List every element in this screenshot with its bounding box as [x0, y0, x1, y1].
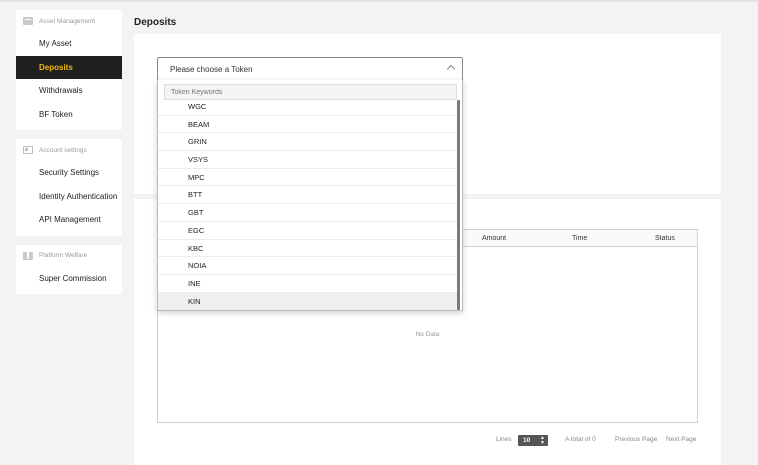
sidebar-item-withdrawals[interactable]: Withdrawals	[16, 79, 122, 103]
token-options-list: WGC BEAM GRIN VSYS MPC BTT GBT EGC KBC N…	[158, 98, 458, 310]
token-option[interactable]: KBC	[158, 240, 458, 258]
empty-state: No Data	[415, 331, 440, 338]
spinner-icon: ▲ ▼	[540, 435, 545, 446]
sidebar-group-title: Asset Management	[39, 17, 96, 25]
previous-page-button[interactable]: Previous Page	[615, 436, 657, 443]
sidebar-group-welfare: Platform Welfare Super Commission	[16, 244, 122, 294]
column-status: Status	[655, 235, 675, 242]
sidebar-item-security-settings[interactable]: Security Settings	[16, 161, 122, 185]
token-select-placeholder: Please choose a Token	[170, 64, 253, 74]
token-option[interactable]: EGC	[158, 222, 458, 240]
dropdown-scrollbar[interactable]	[457, 100, 460, 310]
sidebar-group-asset: Asset Management My Asset Deposits Withd…	[16, 10, 122, 130]
sidebar-group-title: Account settings	[39, 146, 87, 154]
token-option[interactable]: MPC	[158, 169, 458, 187]
wallet-icon	[23, 17, 33, 25]
token-option[interactable]: WGC	[158, 98, 458, 116]
sidebar-item-bf-token[interactable]: BF Token	[16, 103, 122, 127]
sidebar-group-account: Account settings Security Settings Ident…	[16, 139, 122, 236]
sidebar-group-header: Asset Management	[16, 10, 122, 32]
sidebar-group-header: Account settings	[16, 139, 122, 161]
id-card-icon	[23, 146, 33, 154]
sidebar-item-super-commission[interactable]: Super Commission	[16, 267, 122, 291]
next-page-button[interactable]: Next Page	[666, 436, 696, 443]
sidebar-item-api-management[interactable]: API Management	[16, 208, 122, 232]
token-option[interactable]: INE	[158, 275, 458, 293]
token-option[interactable]: GRIN	[158, 133, 458, 152]
token-option[interactable]: BEAM	[158, 116, 458, 134]
sidebar: Asset Management My Asset Deposits Withd…	[16, 10, 122, 303]
top-divider	[0, 0, 758, 2]
chevron-up-icon	[446, 64, 456, 74]
token-option[interactable]: GBT	[158, 204, 458, 222]
lines-per-page-select[interactable]: 10 ▲ ▼	[518, 435, 548, 446]
token-dropdown: WGC BEAM GRIN VSYS MPC BTT GBT EGC KBC N…	[157, 80, 463, 311]
gift-icon	[23, 251, 33, 260]
token-option[interactable]: KIN	[158, 292, 458, 310]
token-select[interactable]: Please choose a Token	[157, 57, 463, 81]
page-title: Deposits	[134, 17, 177, 28]
column-amount: Amount	[482, 235, 507, 242]
lines-label: Lines	[496, 436, 512, 443]
token-option[interactable]: VSYS	[158, 151, 458, 169]
sidebar-item-identity-authentication[interactable]: Identity Authentication	[16, 185, 122, 209]
token-option[interactable]: NOIA	[158, 257, 458, 275]
token-option[interactable]: BTT	[158, 186, 458, 205]
lines-value: 10	[523, 437, 531, 444]
column-time: Time	[572, 235, 588, 242]
sidebar-group-header: Platform Welfare	[16, 245, 122, 267]
sidebar-item-deposits[interactable]: Deposits	[16, 55, 122, 79]
total-count: A total of 0	[565, 436, 596, 443]
sidebar-item-my-asset[interactable]: My Asset	[16, 32, 122, 56]
sidebar-group-title: Platform Welfare	[39, 252, 88, 259]
